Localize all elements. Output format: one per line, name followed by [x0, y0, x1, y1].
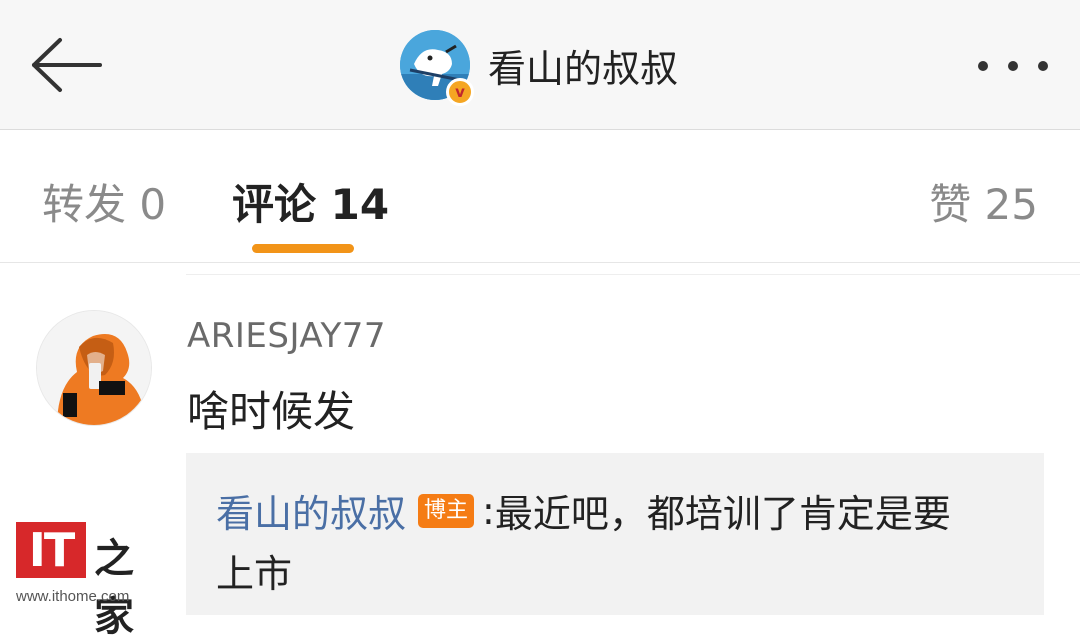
- tab-repost[interactable]: 转发 0: [42, 171, 166, 232]
- ithome-logo-chinese: 之家: [94, 535, 134, 640]
- reply-text: 最近吧，都培训了肯定是要: [494, 492, 951, 536]
- verified-badge: v: [446, 78, 474, 106]
- reply-colon: :: [482, 488, 495, 533]
- reply-box[interactable]: 看山的叔叔 博主 : 最近吧，都培训了肯定是要 上市: [186, 453, 1044, 615]
- ithome-url: www.ithome.com: [16, 588, 130, 605]
- more-dots-icon: [978, 61, 988, 71]
- tab-like[interactable]: 赞 25: [929, 171, 1038, 232]
- top-bar: 看山的叔叔 v: [0, 0, 1080, 130]
- active-tab-indicator: [252, 244, 354, 253]
- tab-bar: 转发 0 评论 14 赞 25: [0, 131, 1080, 263]
- ithome-watermark: IT 之家 www.ithome.com: [16, 522, 166, 640]
- commenter-username[interactable]: ARIESJAY77: [187, 316, 386, 356]
- ithome-logo: IT: [16, 522, 86, 578]
- author-badge: 博主: [418, 493, 475, 528]
- more-dots-icon: [1008, 61, 1018, 71]
- more-dots-icon: [1038, 61, 1048, 71]
- commenter-avatar[interactable]: [36, 310, 152, 426]
- profile-title[interactable]: 看山的叔叔: [400, 28, 678, 102]
- reply-author[interactable]: 看山的叔叔: [216, 483, 406, 538]
- reply-first-line: 看山的叔叔 博主 : 最近吧，都培训了肯定是要: [216, 483, 951, 538]
- divider: [186, 274, 1080, 275]
- reply-text-continued: 上市: [216, 552, 293, 596]
- comment-text: 啥时候发: [187, 387, 356, 436]
- tab-comment[interactable]: 评论 14: [232, 171, 389, 232]
- page-title: 看山的叔叔: [488, 46, 679, 91]
- arrow-left-icon: [32, 38, 102, 92]
- more-button[interactable]: [978, 58, 1048, 74]
- back-button[interactable]: [28, 36, 104, 94]
